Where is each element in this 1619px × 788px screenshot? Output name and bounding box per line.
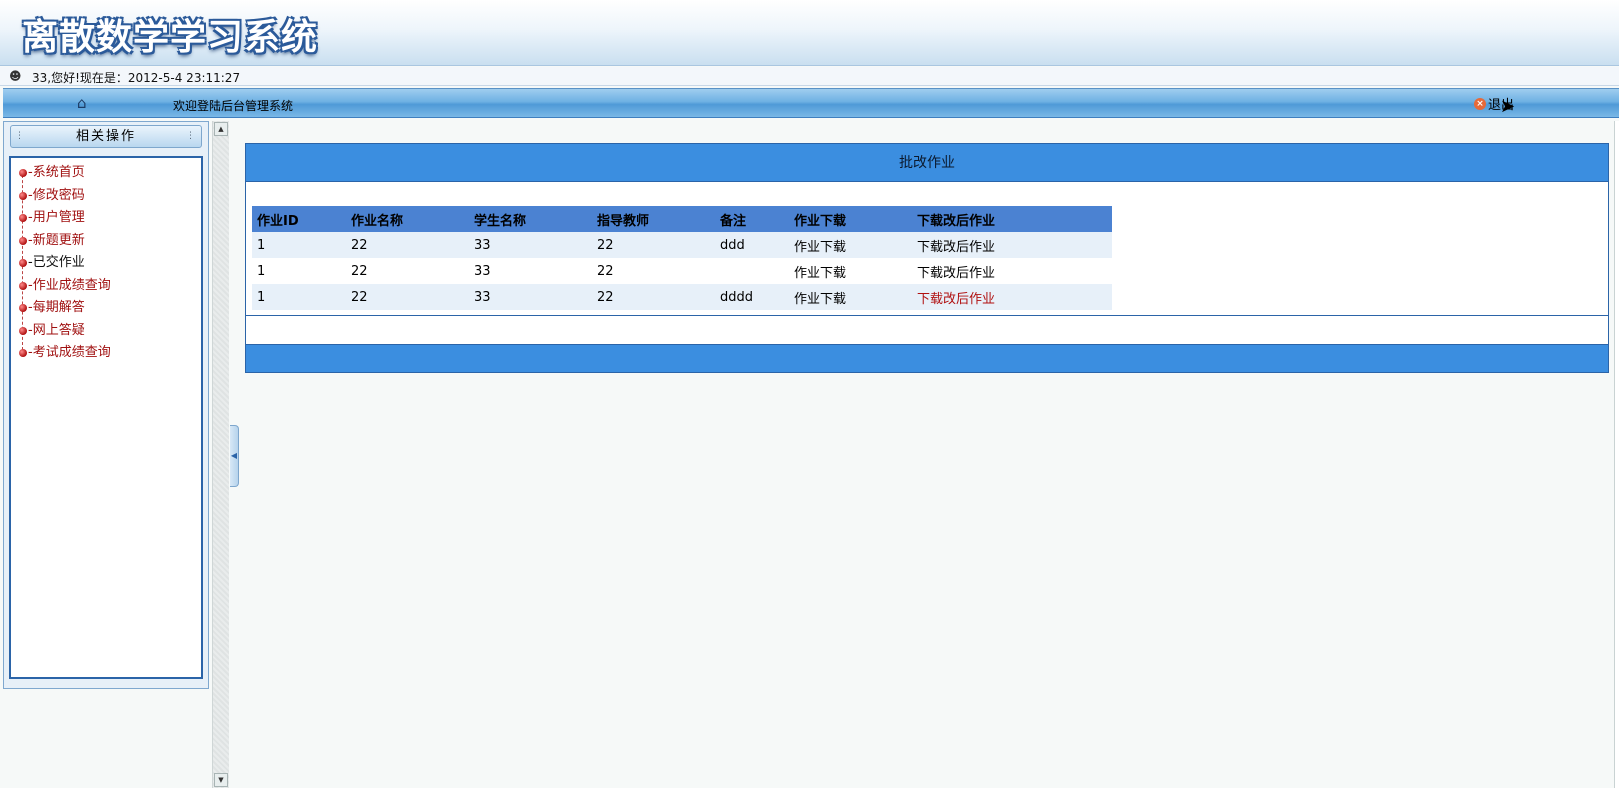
column-header: 备注 xyxy=(715,206,789,232)
sidebar-item[interactable]: -已交作业 xyxy=(19,252,111,275)
table-cell: 作业下载 xyxy=(789,258,912,284)
sidebar-item[interactable]: -系统首页 xyxy=(19,162,111,185)
table-cell: 33 xyxy=(469,232,592,258)
table-cell: 作业下载 xyxy=(789,232,912,258)
table-header-row: 作业ID 作业名称 学生名称 指导教师 备注 作业下载 下载改后作业 xyxy=(252,206,1112,232)
grip-icon: ⋮ xyxy=(15,131,26,141)
grip-icon: ⋮ xyxy=(186,131,197,141)
bullet-icon xyxy=(19,281,27,290)
mouse-cursor-icon: ➤ xyxy=(1500,96,1516,117)
sidebar-item[interactable]: -作业成绩查询 xyxy=(19,275,111,298)
collapse-sidebar-button[interactable]: ◀ xyxy=(230,425,239,487)
greeting-bar: ☻ 33,您好!现在是：2012-5-4 23:11:27 xyxy=(0,67,1619,86)
app-banner: 离散数学学习系统 xyxy=(0,0,1619,66)
sidebar: ⋮ 相关操作 ⋮ -系统首页 -修改密码 -用户管理 -新题更新 -已交作业 -作业成绩查… xyxy=(3,121,209,689)
table-row: 1 22 33 22 作业下载 下载改后作业 xyxy=(252,258,1112,284)
download-homework-link[interactable]: 作业下载 xyxy=(794,266,846,281)
table-cell: 1 xyxy=(252,284,346,310)
table-cell: dddd xyxy=(715,284,789,310)
panel-title: 批改作业 xyxy=(246,144,1608,182)
table-cell: 22 xyxy=(592,284,715,310)
scroll-up-icon[interactable]: ▲ xyxy=(214,122,228,136)
sidebar-item-label: -用户管理 xyxy=(28,210,85,226)
bullet-icon xyxy=(19,259,27,268)
divider xyxy=(246,315,1608,316)
app-title: 离散数学学习系统 xyxy=(22,17,319,58)
home-icon[interactable]: ⌂ xyxy=(77,94,87,112)
table-cell: 下载改后作业 xyxy=(912,232,1112,258)
download-homework-link[interactable]: 作业下载 xyxy=(794,292,846,307)
sidebar-header[interactable]: ⋮ 相关操作 ⋮ xyxy=(10,125,202,148)
table-cell: 下载改后作业 xyxy=(912,284,1112,310)
column-header: 作业下载 xyxy=(789,206,912,232)
sidebar-item-label: -新题更新 xyxy=(28,232,85,248)
page-scrollbar[interactable] xyxy=(1614,121,1619,788)
top-navbar: ⌂ 欢迎登陆后台管理系统 × 退出 xyxy=(3,88,1619,118)
table-row: 1 22 33 22 dddd 作业下载 下载改后作业 xyxy=(252,284,1112,310)
scroll-down-icon[interactable]: ▼ xyxy=(214,773,228,787)
column-header: 下载改后作业 xyxy=(912,206,1112,232)
sidebar-item-label: -系统首页 xyxy=(28,165,85,181)
table-cell: 33 xyxy=(469,284,592,310)
user-icon: ☻ xyxy=(9,69,22,83)
download-corrected-link[interactable]: 下载改后作业 xyxy=(917,292,995,307)
bullet-icon xyxy=(19,214,27,223)
table-cell: ddd xyxy=(715,232,789,258)
download-corrected-link[interactable]: 下载改后作业 xyxy=(917,266,995,281)
close-icon: × xyxy=(1474,97,1486,110)
download-homework-link[interactable]: 作业下载 xyxy=(794,240,846,255)
table-row: 1 22 33 22 ddd 作业下载 下载改后作业 xyxy=(252,232,1112,258)
sidebar-title: 相关操作 xyxy=(75,129,136,144)
welcome-text: 欢迎登陆后台管理系统 xyxy=(173,99,294,113)
table-cell: 22 xyxy=(592,232,715,258)
sidebar-item-label: -考试成绩查询 xyxy=(28,345,111,361)
table-cell: 22 xyxy=(346,258,469,284)
table-cell: 1 xyxy=(252,232,346,258)
sidebar-item-label: -已交作业 xyxy=(28,255,85,271)
sidebar-item[interactable]: -用户管理 xyxy=(19,207,111,230)
sidebar-item[interactable]: -考试成绩查询 xyxy=(19,342,111,365)
sidebar-scrollbar[interactable]: ▲ ▼ xyxy=(212,121,229,788)
bullet-icon xyxy=(19,191,27,200)
column-header: 学生名称 xyxy=(469,206,592,232)
sidebar-item[interactable]: -网上答疑 xyxy=(19,320,111,343)
table-cell: 33 xyxy=(469,258,592,284)
homework-table: 作业ID 作业名称 学生名称 指导教师 备注 作业下载 下载改后作业 1 22 33 22 ddd 作… xyxy=(252,206,1112,310)
sidebar-item[interactable]: -修改密码 xyxy=(19,185,111,208)
bullet-icon xyxy=(19,169,27,178)
table-cell: 下载改后作业 xyxy=(912,258,1112,284)
sidebar-item-label: -作业成绩查询 xyxy=(28,277,111,293)
table-cell: 22 xyxy=(592,258,715,284)
table-cell: 22 xyxy=(346,232,469,258)
greeting-text: 33,您好!现在是：2012-5-4 23:11:27 xyxy=(32,71,241,85)
bullet-icon xyxy=(19,304,27,313)
bullet-icon xyxy=(19,236,27,245)
sidebar-item[interactable]: -新题更新 xyxy=(19,230,111,253)
panel-footer xyxy=(246,344,1608,372)
column-header: 作业ID xyxy=(252,206,346,232)
column-header: 作业名称 xyxy=(346,206,469,232)
sidebar-menu: -系统首页 -修改密码 -用户管理 -新题更新 -已交作业 -作业成绩查询 -每期解答 -网上… xyxy=(19,162,111,365)
table-cell xyxy=(715,258,789,284)
sidebar-menu-box: -系统首页 -修改密码 -用户管理 -新题更新 -已交作业 -作业成绩查询 -每期解答 -网上… xyxy=(9,156,203,679)
sidebar-item-label: -网上答疑 xyxy=(28,322,85,338)
column-header: 指导教师 xyxy=(592,206,715,232)
bullet-icon xyxy=(19,326,27,335)
table-cell: 作业下载 xyxy=(789,284,912,310)
bullet-icon xyxy=(19,349,27,358)
sidebar-item[interactable]: -每期解答 xyxy=(19,297,111,320)
table-cell: 22 xyxy=(346,284,469,310)
sidebar-item-label: -修改密码 xyxy=(28,187,85,203)
sidebar-item-label: -每期解答 xyxy=(28,300,85,316)
grading-panel: 批改作业 作业ID 作业名称 学生名称 指导教师 备注 作业下载 下载改后作业 1 22 33 2… xyxy=(245,143,1609,373)
download-corrected-link[interactable]: 下载改后作业 xyxy=(917,240,995,255)
table-cell: 1 xyxy=(252,258,346,284)
